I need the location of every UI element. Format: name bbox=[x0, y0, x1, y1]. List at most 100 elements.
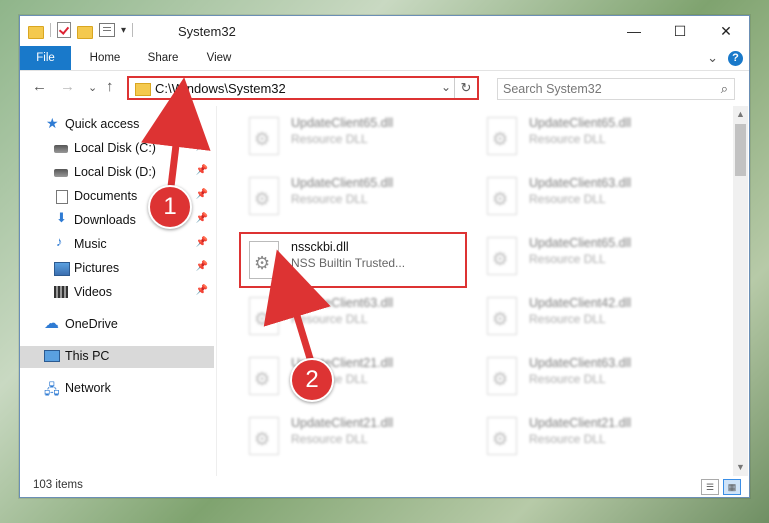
file-description: Resource DLL bbox=[529, 132, 606, 146]
tiles-view-icon[interactable]: ▦ bbox=[723, 479, 741, 495]
sidebar-item-label: Network bbox=[65, 381, 111, 395]
vertical-scrollbar[interactable]: ▲ ▼ bbox=[733, 106, 748, 476]
sidebar-item-label: Music bbox=[74, 237, 107, 251]
file-item-nssckbi[interactable]: nssckbi.dll NSS Builtin Trusted... bbox=[239, 232, 467, 288]
file-item[interactable]: UpdateClient63.dll Resource DLL bbox=[241, 290, 461, 342]
up-arrow-icon[interactable]: ↑ bbox=[106, 78, 114, 95]
file-name: UpdateClient21.dll bbox=[291, 416, 394, 430]
sidebar-item-network[interactable]: 🖧 Network bbox=[20, 378, 214, 400]
pictures-icon bbox=[54, 262, 70, 276]
dll-file-icon bbox=[249, 357, 279, 395]
tab-file[interactable]: File bbox=[20, 46, 71, 70]
refresh-icon[interactable]: ↻ bbox=[454, 78, 477, 98]
tab-home[interactable]: Home bbox=[80, 46, 130, 70]
file-explorer-window: ▾ System32 — ☐ ✕ File Home Share View ⌄ … bbox=[19, 15, 750, 498]
file-description: Resource DLL bbox=[291, 132, 368, 146]
back-arrow-icon[interactable]: ← bbox=[32, 78, 47, 95]
navigation-bar: ← → ⌄ ↑ C:\Windows\System32 ⌄ ↻ Search S… bbox=[20, 71, 749, 105]
sidebar-item-label: This PC bbox=[65, 349, 110, 363]
file-name: UpdateClient42.dll bbox=[529, 296, 632, 310]
address-folder-icon bbox=[135, 83, 151, 96]
search-box[interactable]: Search System32 ⌕ bbox=[497, 78, 735, 100]
sidebar-item-pictures[interactable]: Pictures 📌 bbox=[20, 258, 214, 280]
view-switcher: ☰ ▦ bbox=[701, 479, 741, 495]
pin-icon[interactable]: 📌 bbox=[196, 261, 208, 272]
onedrive-icon: ☁ bbox=[44, 315, 59, 332]
pin-icon[interactable]: 📌 bbox=[196, 213, 208, 224]
file-item[interactable]: UpdateClient21.dll Resource DLL bbox=[241, 350, 461, 402]
sidebar-item-label: Documents bbox=[74, 189, 138, 203]
expand-ribbon-chevron-icon[interactable]: ⌄ bbox=[707, 50, 718, 66]
close-button[interactable]: ✕ bbox=[703, 16, 749, 46]
dll-file-icon bbox=[487, 357, 517, 395]
file-description: Resource DLL bbox=[291, 192, 368, 206]
recent-locations-chevron-icon[interactable]: ⌄ bbox=[88, 81, 97, 94]
help-icon[interactable]: ? bbox=[728, 50, 743, 66]
pin-icon[interactable]: 📌 bbox=[196, 237, 208, 248]
pin-icon[interactable]: 📌 bbox=[196, 165, 208, 176]
scrollbar-thumb[interactable] bbox=[735, 124, 746, 176]
file-item[interactable]: UpdateClient21.dll Resource DLL bbox=[479, 410, 699, 462]
customize-toolbar-chevron-icon[interactable]: ▾ bbox=[121, 25, 126, 36]
tab-view[interactable]: View bbox=[194, 46, 244, 70]
videos-icon bbox=[54, 286, 68, 298]
sidebar-item-music[interactable]: ♪ Music 📌 bbox=[20, 234, 214, 256]
tab-share[interactable]: Share bbox=[138, 46, 188, 70]
file-description: Resource DLL bbox=[291, 312, 368, 326]
this-pc-icon bbox=[44, 350, 60, 362]
scroll-down-icon[interactable]: ▼ bbox=[736, 462, 745, 472]
forward-arrow-icon[interactable]: → bbox=[60, 78, 75, 95]
sidebar-item-local-disk-d[interactable]: Local Disk (D:) 📌 bbox=[20, 162, 214, 184]
search-icon[interactable]: ⌕ bbox=[721, 81, 728, 97]
file-name: UpdateClient65.dll bbox=[291, 176, 394, 190]
file-item[interactable]: UpdateClient63.dll Resource DLL bbox=[479, 350, 699, 402]
sidebar-item-label: Pictures bbox=[74, 261, 120, 275]
folder-icon[interactable] bbox=[28, 25, 44, 39]
pin-icon[interactable]: 📌 bbox=[196, 285, 208, 296]
file-item[interactable]: UpdateClient65.dll Resource DLL bbox=[479, 110, 699, 162]
dll-file-icon bbox=[249, 177, 279, 215]
file-item[interactable]: UpdateClient63.dll Resource DLL bbox=[479, 170, 699, 222]
dll-file-icon bbox=[487, 237, 517, 275]
documents-icon bbox=[56, 190, 68, 204]
file-item[interactable]: UpdateClient21.dll Resource DLL bbox=[241, 410, 461, 462]
step-2-badge: 2 bbox=[290, 358, 334, 402]
sidebar-item-onedrive[interactable]: ☁ OneDrive bbox=[20, 314, 214, 336]
pin-icon[interactable]: 📌 bbox=[196, 189, 208, 200]
details-view-icon[interactable]: ☰ bbox=[701, 479, 719, 495]
properties-check-icon[interactable] bbox=[57, 22, 71, 38]
new-folder-icon[interactable] bbox=[77, 25, 93, 39]
file-name: UpdateClient63.dll bbox=[529, 176, 632, 190]
sidebar-item-local-disk-c[interactable]: Local Disk (C:) 📌 bbox=[20, 138, 214, 160]
navigation-pane: ★ Quick access Local Disk (C:) 📌 Local D… bbox=[20, 106, 217, 476]
address-dropdown-chevron-icon[interactable]: ⌄ bbox=[441, 80, 451, 94]
dll-file-icon bbox=[249, 297, 279, 335]
search-placeholder: Search System32 bbox=[503, 82, 602, 96]
address-path[interactable]: C:\Windows\System32 bbox=[155, 81, 286, 96]
maximize-button[interactable]: ☐ bbox=[657, 16, 703, 46]
file-list: UpdateClient65.dll Resource DLL UpdateCl… bbox=[217, 106, 733, 476]
file-item[interactable]: UpdateClient42.dll Resource DLL bbox=[479, 290, 699, 342]
star-icon: ★ bbox=[46, 115, 59, 131]
sidebar-item-videos[interactable]: Videos 📌 bbox=[20, 282, 214, 304]
sidebar-item-label: Local Disk (C:) bbox=[74, 141, 156, 155]
minimize-button[interactable]: — bbox=[611, 16, 657, 46]
properties-icon[interactable] bbox=[99, 23, 115, 37]
disk-icon bbox=[54, 169, 68, 177]
disk-icon bbox=[54, 145, 68, 153]
pin-icon[interactable]: 📌 bbox=[196, 141, 208, 152]
file-item[interactable]: UpdateClient65.dll Resource DLL bbox=[241, 170, 461, 222]
scroll-up-icon[interactable]: ▲ bbox=[736, 109, 745, 119]
dll-file-icon bbox=[487, 297, 517, 335]
ribbon-tabs: File Home Share View ⌄ ? bbox=[20, 46, 749, 71]
file-item[interactable]: UpdateClient65.dll Resource DLL bbox=[241, 110, 461, 162]
sidebar-item-this-pc[interactable]: This PC bbox=[20, 346, 214, 368]
address-bar[interactable]: C:\Windows\System32 ⌄ ↻ bbox=[127, 76, 479, 100]
file-name: UpdateClient63.dll bbox=[291, 296, 394, 310]
sidebar-item-label: Quick access bbox=[65, 117, 140, 131]
file-item[interactable]: UpdateClient65.dll Resource DLL bbox=[479, 230, 699, 282]
file-name: UpdateClient63.dll bbox=[529, 356, 632, 370]
dll-file-icon bbox=[249, 117, 279, 155]
file-name: UpdateClient65.dll bbox=[291, 116, 394, 130]
sidebar-item-quick-access[interactable]: ★ Quick access bbox=[20, 114, 214, 136]
